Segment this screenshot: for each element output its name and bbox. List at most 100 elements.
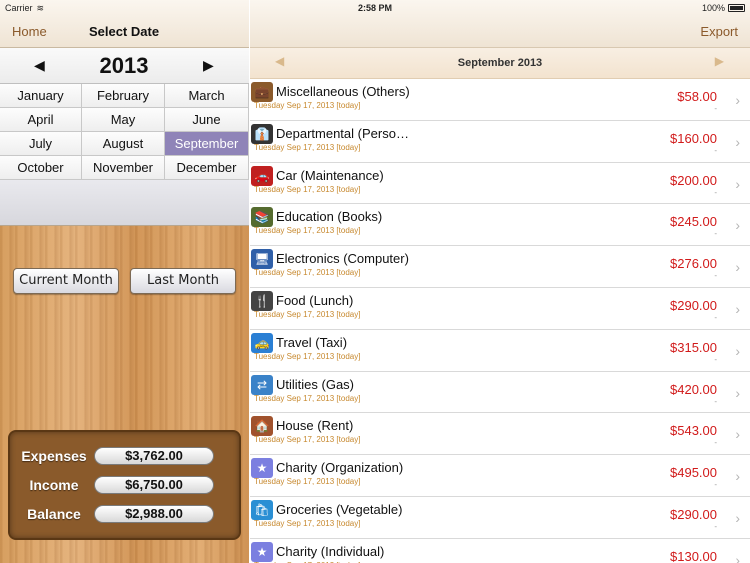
chevron-right-icon: › [735, 551, 740, 563]
expense-row[interactable]: 📚 Education (Books) Tuesday Sep 17, 2013 [… [250, 204, 750, 247]
charity-icon: ★ [251, 541, 273, 562]
select-date-title: Select Date [88, 24, 160, 39]
expense-date: Tuesday Sep 17, 2013 [today] [254, 309, 361, 319]
income-label: Income [29, 477, 79, 493]
expense-date: Tuesday Sep 17, 2013 [today] [254, 351, 361, 361]
expense-amount: $543.00 [670, 423, 717, 439]
date-picker-panel: Home Select Date ◀ 2013 ▶ January Februar… [0, 0, 249, 563]
expense-row[interactable]: 🏠 House (Rent) Tuesday Sep 17, 2013 [today… [250, 413, 750, 456]
income-value: $6,750.00 [94, 476, 214, 494]
expenses-row: Expenses $3,762.00 [10, 446, 243, 468]
expense-amount: $160.00 [670, 130, 717, 146]
expense-amount: $420.00 [670, 381, 717, 397]
expense-title: Utilities (Gas) [276, 376, 355, 392]
expense-row[interactable]: ★Charity (Individual)Tuesday Sep 17, 201… [250, 539, 750, 563]
month-september[interactable]: September [165, 132, 249, 156]
balance-value: $2,988.00 [94, 505, 214, 523]
expense-date: Tuesday Sep 17, 2013 [today] [254, 268, 361, 278]
expense-row[interactable]: 🛍 Groceries (Vegetable) Tuesday Sep 17, 20… [250, 497, 750, 539]
expense-row[interactable]: ★ Charity (Organization) Tuesday Sep 17, 2… [250, 455, 750, 497]
chevron-right-icon: › [735, 426, 740, 443]
expense-row[interactable]: 💼 Miscellaneous (Others) Tuesday Sep 17, 2… [250, 79, 750, 121]
month-grid: January February March April May June July Augu… [0, 84, 249, 180]
expense-amount: $276.00 [670, 256, 717, 272]
expense-row[interactable]: 🖥 Electronics (Computer) Tuesday Sep 17, 2… [250, 246, 750, 288]
next-year-icon[interactable]: ▶ [203, 57, 214, 74]
last-month-button[interactable]: Last Month [130, 268, 236, 294]
balance-row: Balance $2,988.00 [10, 504, 243, 526]
month-december[interactable]: December [165, 156, 249, 180]
month-header: ◀ September 2013 ▶ [250, 48, 750, 79]
food-icon: 🍴 [251, 290, 273, 311]
chevron-right-icon: › [735, 468, 740, 485]
expenses-value: $3,762.00 [94, 447, 214, 465]
chevron-right-icon: › [735, 300, 740, 317]
expense-note: - [714, 187, 717, 197]
month-march[interactable]: March [165, 84, 249, 108]
expense-amount: $245.00 [670, 214, 717, 230]
chevron-right-icon: › [735, 175, 740, 192]
expense-row[interactable]: ⇄ Utilities (Gas) Tuesday Sep 17, 2013 [to… [250, 372, 750, 414]
expense-date: Tuesday Sep 17, 2013 [today] [254, 101, 361, 110]
expense-row[interactable]: 🚕 Travel (Taxi) Tuesday Sep 17, 2013 [toda… [250, 330, 750, 372]
home-button[interactable]: Home [12, 24, 47, 39]
expense-note: - [714, 104, 717, 113]
expense-row[interactable]: 🍴 Food (Lunch) Tuesday Sep 17, 2013 [today… [250, 288, 750, 330]
expense-date: Tuesday Sep 17, 2013 [today] [254, 226, 361, 236]
summary-box: Expenses $3,762.00 Income $6,750.00 Bala… [8, 430, 241, 540]
chevron-right-icon: › [735, 259, 740, 276]
expense-note: - [714, 229, 717, 239]
expense-amount: $130.00 [670, 548, 717, 563]
expense-row[interactable]: 🚗 Car (Maintenance) Tuesday Sep 17, 2013 [… [250, 163, 750, 205]
expense-date: Tuesday Sep 17, 2013 [today] [254, 184, 361, 194]
expense-row[interactable]: 👔 Departmental (Perso… Tuesday Sep 17, 201… [250, 121, 750, 163]
export-button[interactable]: Export [700, 24, 738, 39]
expense-title: Car (Maintenance) [276, 167, 384, 183]
chevron-right-icon: › [735, 509, 740, 526]
year-selector: ◀ 2013 ▶ [0, 48, 249, 84]
chevron-right-icon: › [735, 342, 740, 359]
month-august[interactable]: August [82, 132, 165, 156]
expense-note: - [714, 145, 717, 155]
expense-title: Miscellaneous (Others) [276, 84, 410, 99]
charity-icon: ★ [251, 458, 273, 479]
chevron-right-icon: › [735, 133, 740, 150]
briefcase-icon: 💼 [251, 82, 273, 102]
month-june[interactable]: June [165, 108, 249, 132]
month-april[interactable]: April [0, 108, 82, 132]
current-month-button[interactable]: Current Month [13, 268, 119, 294]
books-icon: 📚 [251, 207, 273, 228]
month-january[interactable]: January [0, 84, 82, 108]
utilities-icon: ⇄ [251, 374, 273, 395]
chevron-right-icon: › [735, 217, 740, 234]
month-october[interactable]: October [0, 156, 82, 180]
status-time: 2:58 PM [357, 3, 392, 13]
expense-note: - [714, 480, 717, 490]
expense-amount: $58.00 [677, 89, 717, 104]
chevron-right-icon: › [735, 384, 740, 401]
expense-note: - [714, 312, 717, 322]
next-month-icon[interactable]: ▶ [715, 54, 724, 68]
groceries-icon: 🛍 [251, 499, 273, 520]
expense-date: Tuesday Sep 17, 2013 [today] [254, 477, 361, 487]
expense-note: - [714, 354, 717, 364]
expense-title: Electronics (Computer) [276, 251, 409, 267]
expense-amount: $200.00 [670, 172, 717, 188]
month-may[interactable]: May [82, 108, 165, 132]
month-november[interactable]: November [82, 156, 165, 180]
expense-list-panel: Export ◀ September 2013 ▶ 💼 Miscellaneous… [250, 0, 750, 563]
expense-date: Tuesday Sep 17, 2013 [today] [254, 393, 361, 403]
income-row: Income $6,750.00 [10, 475, 243, 497]
expense-title: Travel (Taxi) [276, 334, 348, 350]
prev-year-icon[interactable]: ◀ [34, 57, 45, 74]
month-july[interactable]: July [0, 132, 82, 156]
battery-percent: 100% [701, 3, 725, 13]
expense-title: Departmental (Perso… [276, 125, 409, 141]
expense-title: Charity (Organization) [276, 460, 404, 476]
expense-note: - [714, 438, 717, 448]
expense-amount: $495.00 [670, 465, 717, 481]
month-february[interactable]: February [82, 84, 165, 108]
car-icon: 🚗 [251, 165, 273, 186]
expense-note: - [714, 396, 717, 406]
expense-title: Charity (Individual) [276, 543, 385, 559]
